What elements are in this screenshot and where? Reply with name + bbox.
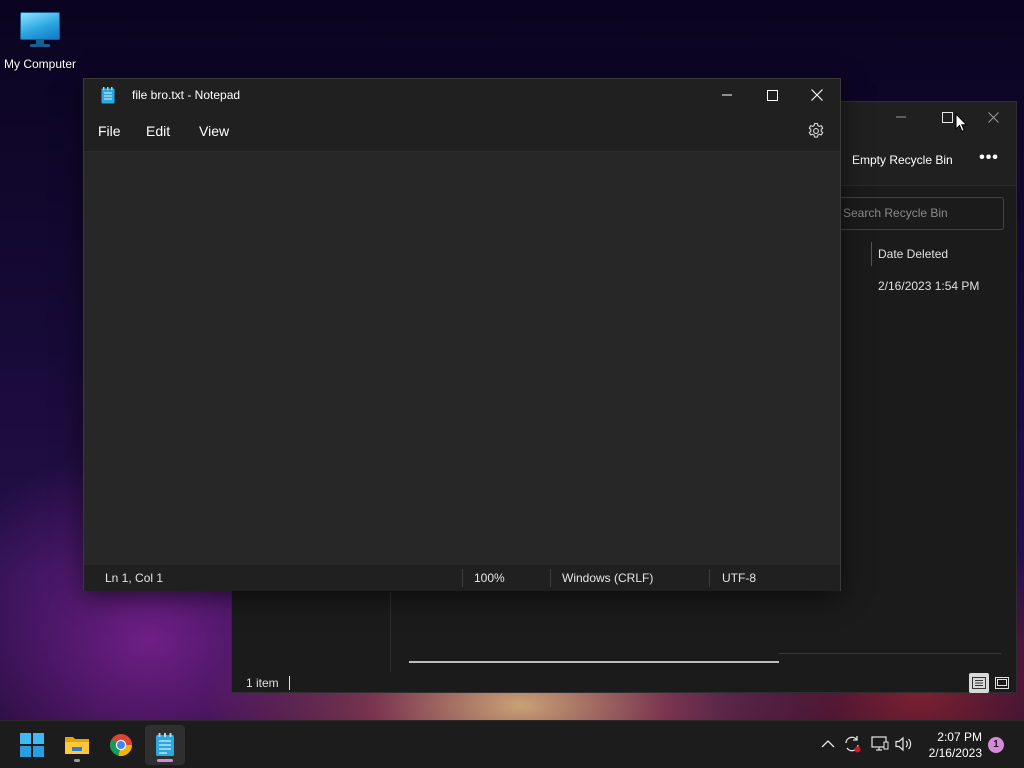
menu-bar: File Edit View: [84, 111, 840, 151]
close-icon: [811, 89, 823, 101]
window-title: file bro.txt - Notepad: [132, 88, 241, 102]
folder-icon: [65, 737, 89, 754]
desktop-icon-my-computer[interactable]: My Computer: [2, 10, 78, 71]
clock-date: 2/16/2023: [928, 746, 982, 760]
column-header-date-deleted[interactable]: Date Deleted: [878, 247, 948, 261]
details-view-button[interactable]: [969, 673, 989, 693]
active-indicator: [157, 759, 173, 762]
taskbar-file-explorer[interactable]: [57, 725, 97, 765]
windows-logo-icon: [20, 733, 44, 757]
taskbar: 2:07 PM 2/16/2023 1: [0, 720, 1024, 768]
clock-time: 2:07 PM: [937, 730, 982, 744]
text-editor[interactable]: [84, 151, 840, 561]
notepad-statusbar: Ln 1, Col 1 100% Windows (CRLF) UTF-8: [84, 565, 840, 591]
chrome-icon: [110, 734, 133, 756]
running-indicator: [74, 759, 80, 762]
encoding: UTF-8: [722, 571, 756, 585]
close-icon: [987, 111, 999, 123]
status-divider: [462, 569, 463, 587]
details-view-icon: [972, 677, 986, 689]
close-button[interactable]: [794, 79, 840, 111]
tiles-view-icon: [995, 677, 1009, 689]
notepad-titlebar[interactable]: file bro.txt - Notepad: [84, 79, 840, 111]
more-options-button[interactable]: •••: [974, 148, 1004, 172]
menu-view[interactable]: View: [199, 123, 229, 139]
minimize-icon: [722, 94, 732, 96]
settings-gear-icon[interactable]: [807, 122, 825, 140]
search-input[interactable]: Search Recycle Bin: [832, 197, 1004, 230]
large-icons-view-button[interactable]: [992, 673, 1012, 693]
zoom-level: 100%: [474, 571, 505, 585]
cursor-position: Ln 1, Col 1: [105, 571, 164, 585]
minimize-button[interactable]: [704, 79, 750, 111]
column-divider[interactable]: [871, 242, 872, 266]
volume-icon: [895, 736, 912, 752]
horizontal-scrollbar[interactable]: [409, 661, 779, 663]
desktop-icon-label: My Computer: [3, 57, 77, 71]
mouse-cursor-icon: [955, 113, 968, 133]
chevron-up-icon: [821, 740, 835, 748]
notification-badge[interactable]: 1: [988, 737, 1004, 753]
tray-network-button[interactable]: [871, 735, 889, 753]
tray-volume-button[interactable]: [895, 735, 913, 753]
empty-recycle-bin-button[interactable]: Empty Recycle Bin: [852, 153, 953, 167]
system-clock[interactable]: 2:07 PM 2/16/2023: [920, 729, 982, 761]
scrollbar-track: [779, 653, 1001, 654]
explorer-minimize-button[interactable]: [878, 102, 924, 132]
network-icon: [871, 736, 889, 751]
table-cell-date-deleted[interactable]: 2/16/2023 1:54 PM: [878, 279, 979, 293]
sync-icon: [845, 736, 861, 753]
taskbar-chrome[interactable]: [101, 725, 141, 765]
status-divider: [709, 569, 710, 587]
notepad-icon: [101, 87, 115, 104]
tray-sync-button[interactable]: [843, 735, 861, 753]
menu-file[interactable]: File: [98, 123, 121, 139]
notepad-icon: [156, 733, 174, 756]
line-ending: Windows (CRLF): [562, 571, 654, 585]
status-separator: [289, 676, 290, 690]
item-count: 1 item: [246, 676, 279, 690]
maximize-icon: [766, 89, 778, 101]
start-button[interactable]: [12, 725, 52, 765]
explorer-statusbar: 1 item: [232, 672, 1016, 694]
maximize-button[interactable]: [749, 79, 795, 111]
taskbar-notepad[interactable]: [145, 725, 185, 765]
maximize-icon: [941, 111, 953, 123]
status-divider: [550, 569, 551, 587]
notepad-window: file bro.txt - Notepad File Edit View Ln…: [83, 78, 841, 591]
minimize-icon: [896, 116, 906, 118]
show-hidden-icons-button[interactable]: [819, 735, 837, 753]
explorer-close-button[interactable]: [970, 102, 1016, 132]
navigation-pane-divider[interactable]: [390, 592, 391, 672]
menu-edit[interactable]: Edit: [146, 123, 170, 139]
monitor-icon: [18, 10, 62, 47]
